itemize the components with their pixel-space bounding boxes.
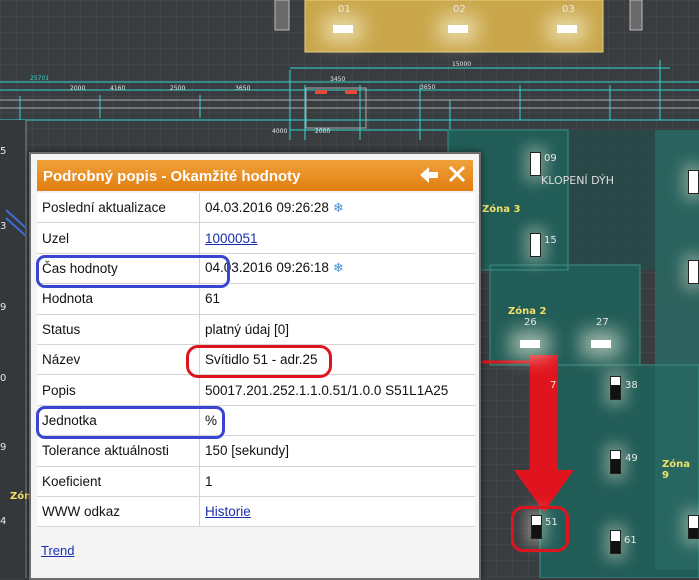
dialog-header: Podrobný popis - Okamžité hodnoty xyxy=(37,160,473,191)
highlight-fixture-51 xyxy=(511,506,569,552)
lamp-label: 02 xyxy=(453,4,466,15)
row-label: Status xyxy=(37,314,200,345)
table-row: Tolerance aktuálnosti 150 [sekundy] xyxy=(37,435,475,467)
table-row: Poslední aktualizace 04.03.2016 09:26:28… xyxy=(37,193,475,224)
fixture-49[interactable] xyxy=(610,450,621,474)
fixture-edge[interactable] xyxy=(688,515,699,539)
lamp-label: 01 xyxy=(338,4,351,15)
trend-link[interactable]: Trend xyxy=(41,543,74,558)
fixture-label: 15 xyxy=(544,235,557,246)
dimension-text: 25701 xyxy=(30,75,50,82)
close-icon[interactable] xyxy=(447,164,467,184)
side-number: 9 xyxy=(0,442,7,453)
table-row: Uzel 1000051 xyxy=(37,222,475,254)
side-number: 0 xyxy=(0,373,7,384)
row-label: Tolerance aktuálnosti xyxy=(37,435,200,467)
row-label: Název xyxy=(37,344,200,376)
lamp-03[interactable] xyxy=(557,25,577,33)
last-update-value: 04.03.2016 09:26:28 xyxy=(205,199,329,215)
refresh-snowflake-icon[interactable]: ❄ xyxy=(333,260,344,275)
fixture-26[interactable] xyxy=(520,340,540,348)
dimension-text: 4160 xyxy=(110,85,126,92)
row-label: Hodnota xyxy=(37,283,200,315)
fixture-label: 09 xyxy=(544,153,557,164)
side-number: 4 xyxy=(0,516,7,527)
table-row: Koeficient 1 xyxy=(37,466,475,497)
row-label: Koeficient xyxy=(37,466,200,497)
row-value: 04.03.2016 09:26:18 ❄ xyxy=(199,253,475,285)
row-value: 04.03.2016 09:26:28 ❄ xyxy=(199,193,475,224)
fixture-label: 38 xyxy=(625,380,638,391)
side-number: 3 xyxy=(0,221,7,232)
fixture-label: 61 xyxy=(624,535,637,546)
fixture-label: 27 xyxy=(596,317,609,328)
lamp-02[interactable] xyxy=(448,25,468,33)
row-label: Poslední aktualizace xyxy=(37,193,200,224)
row-value: 1 xyxy=(199,466,475,497)
fixture-edge[interactable] xyxy=(688,260,699,284)
back-arrow-icon[interactable] xyxy=(419,165,439,185)
dimension-text: 3450 xyxy=(330,76,346,83)
side-number: 9 xyxy=(0,302,7,313)
fixture-edge[interactable] xyxy=(688,170,699,194)
dimension-text: 2500 xyxy=(170,85,186,92)
dimension-text: 2000 xyxy=(315,128,331,135)
table-row: Hodnota 61 xyxy=(37,283,475,315)
fixture-09[interactable] xyxy=(530,152,541,176)
fixture-label: 7 xyxy=(550,380,557,391)
dimension-text: 4000 xyxy=(272,128,288,135)
node-link[interactable]: 1000051 xyxy=(205,231,258,246)
refresh-snowflake-icon[interactable]: ❄ xyxy=(333,200,344,215)
fixture-61[interactable] xyxy=(610,530,621,554)
dimension-text: 3650 xyxy=(420,84,436,91)
row-value: Historie xyxy=(199,496,475,528)
highlight-value-row xyxy=(36,255,230,288)
history-link[interactable]: Historie xyxy=(205,504,251,519)
dialog-title: Podrobný popis - Okamžité hodnoty xyxy=(43,168,301,185)
room-label: KLOPENÍ DÝH xyxy=(541,174,615,187)
highlight-name-value xyxy=(186,345,332,378)
row-value: % xyxy=(199,405,475,437)
row-value: 61 xyxy=(199,283,475,315)
zone-label: Zóna 2 xyxy=(508,306,547,317)
zone-label: Zóna 3 xyxy=(482,204,521,215)
row-label: WWW odkaz xyxy=(37,496,200,528)
table-row: WWW odkaz Historie xyxy=(37,496,475,528)
dimension-text: 15000 xyxy=(452,61,472,68)
row-value: 50017.201.252.1.1.0.51/1.0.0 S51L1A25 xyxy=(199,374,475,406)
row-value: 1000051 xyxy=(199,222,475,254)
lamp-label: 03 xyxy=(562,4,575,15)
row-label: Uzel xyxy=(37,222,200,254)
zone-label: Zóna 9 xyxy=(662,459,690,481)
side-number: 5 xyxy=(0,146,7,157)
fixture-27[interactable] xyxy=(591,340,611,348)
table-row: Popis 50017.201.252.1.1.0.51/1.0.0 S51L1… xyxy=(37,374,475,406)
table-row: Status platný údaj [0] xyxy=(37,314,475,345)
row-label: Popis xyxy=(37,374,200,406)
highlight-unit-row xyxy=(36,406,225,439)
row-value: platný údaj [0] xyxy=(199,314,475,345)
dimension-text: 3650 xyxy=(235,85,251,92)
lamp-01[interactable] xyxy=(333,25,353,33)
fixture-38[interactable] xyxy=(610,376,621,400)
fixture-label: 26 xyxy=(524,317,537,328)
row-value: 150 [sekundy] xyxy=(199,435,475,467)
fixture-15[interactable] xyxy=(530,233,541,257)
fixture-label: 49 xyxy=(625,453,638,464)
dimension-text: 2000 xyxy=(70,85,86,92)
